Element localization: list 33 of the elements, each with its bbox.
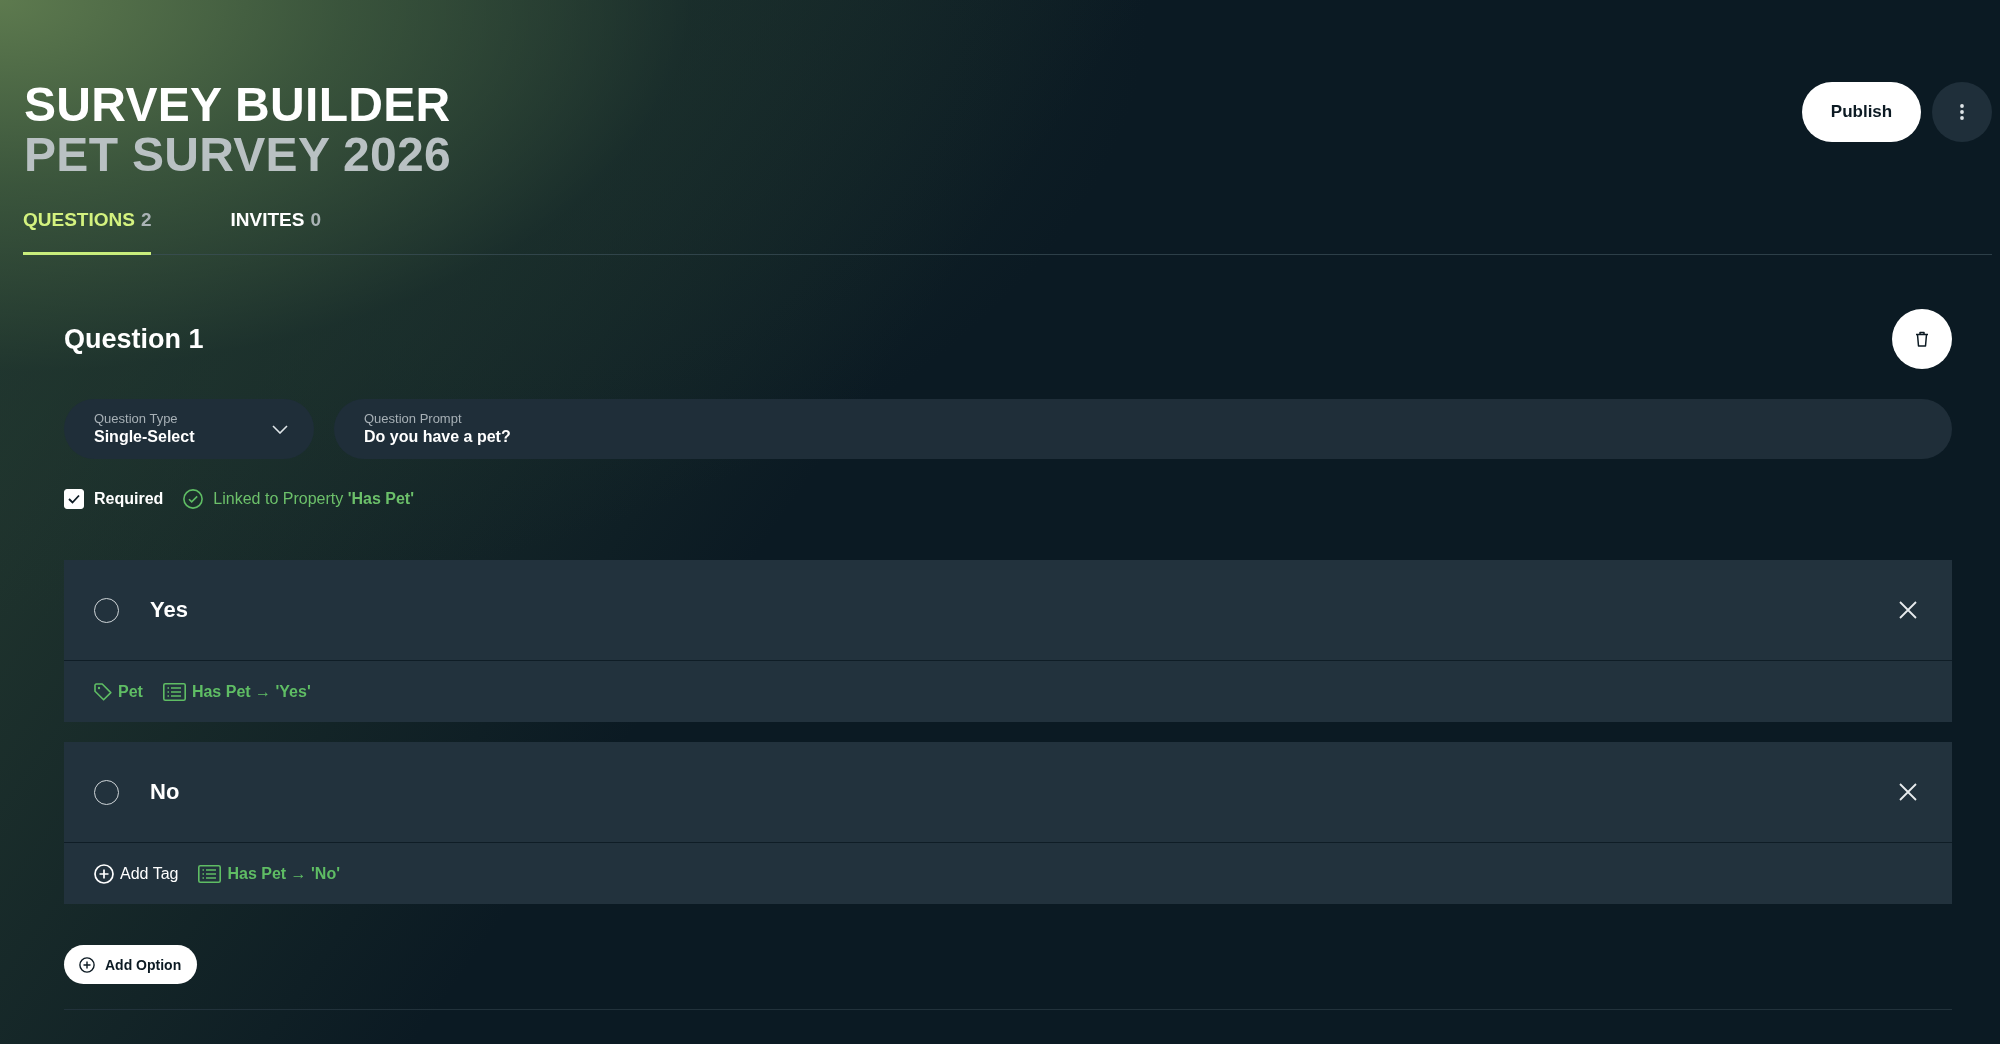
checkmark-icon bbox=[68, 494, 80, 504]
question-prompt-field[interactable]: Question Prompt Do you have a pet? bbox=[334, 399, 1952, 459]
publish-button[interactable]: Publish bbox=[1802, 82, 1921, 142]
tag-icon bbox=[94, 682, 112, 701]
checkbox[interactable] bbox=[64, 489, 84, 509]
question-title: Question 1 bbox=[64, 323, 204, 356]
option-label: Yes bbox=[150, 597, 188, 623]
add-option-button[interactable]: Add Option bbox=[64, 945, 198, 984]
plus-circle-icon bbox=[79, 956, 95, 973]
add-tag-button[interactable]: Add Tag bbox=[94, 863, 179, 884]
question-type-dropdown[interactable]: Question Type Single-Select bbox=[64, 399, 314, 459]
checkbox-label: Required bbox=[94, 490, 164, 508]
three-dots-icon bbox=[1960, 104, 1964, 120]
close-icon bbox=[1899, 601, 1917, 619]
page-title: SURVEY BUILDER bbox=[24, 80, 451, 130]
link-status-text: Linked to Property 'Has Pet' bbox=[213, 490, 414, 508]
check-circle-icon bbox=[183, 489, 204, 509]
property-mapping[interactable]: Has Pet → 'No' bbox=[198, 864, 340, 883]
list-icon bbox=[198, 864, 222, 883]
survey-name: PET SURVEY 2026 bbox=[24, 130, 451, 180]
tag-chip[interactable]: Pet bbox=[94, 682, 143, 701]
remove-option-button[interactable] bbox=[1899, 783, 1917, 801]
list-icon bbox=[162, 682, 186, 701]
option-label: No bbox=[150, 779, 180, 805]
property-mapping[interactable]: Has Pet → 'Yes' bbox=[162, 682, 311, 701]
trash-icon bbox=[1915, 331, 1929, 347]
chevron-down-icon bbox=[272, 424, 288, 434]
delete-question-button[interactable] bbox=[1892, 309, 1952, 369]
tab[interactable]: INVITES 0 bbox=[230, 202, 321, 255]
close-icon bbox=[1899, 783, 1917, 801]
remove-option-button[interactable] bbox=[1899, 601, 1917, 619]
tab[interactable]: QUESTIONS 2 bbox=[23, 202, 152, 255]
plus-circle-icon bbox=[94, 863, 114, 884]
